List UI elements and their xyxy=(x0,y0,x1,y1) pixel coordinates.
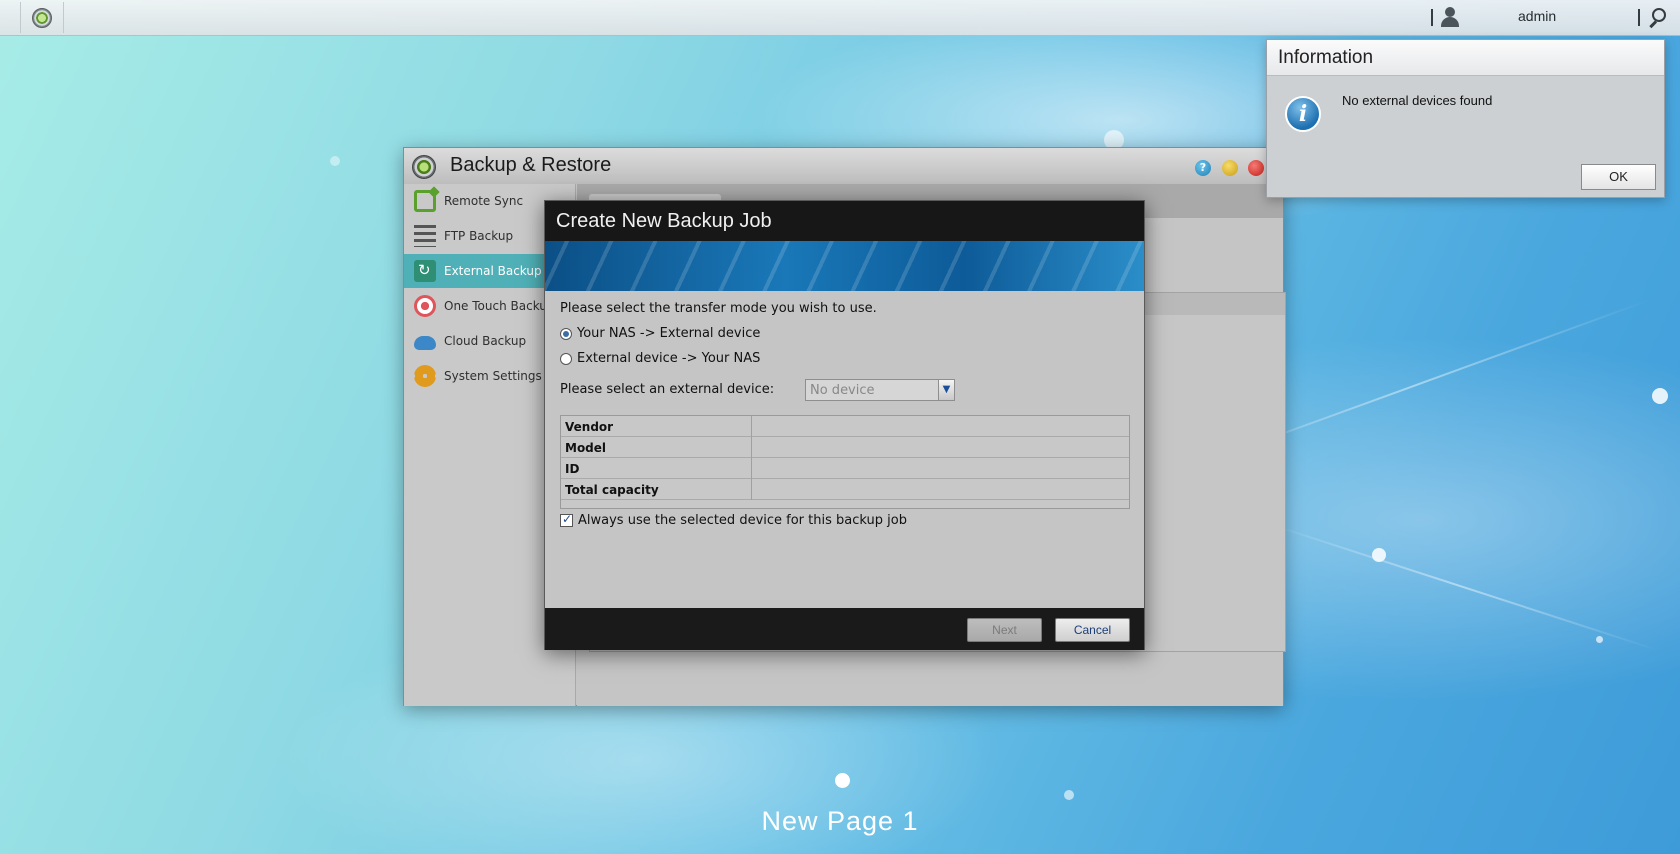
chevron-down-icon[interactable]: ▼ xyxy=(938,380,954,400)
dialog-body: Please select the transfer mode you wish… xyxy=(545,291,1144,609)
info-key: Vendor xyxy=(565,420,614,434)
dialog-footer: Next Cancel xyxy=(545,608,1144,650)
ok-button[interactable]: OK xyxy=(1581,164,1656,190)
sidebar-item-label: System Settings xyxy=(444,369,542,383)
column-divider xyxy=(751,479,752,500)
always-use-device-option[interactable]: Always use the selected device for this … xyxy=(560,512,907,528)
info-key: Total capacity xyxy=(565,483,659,497)
background-dot xyxy=(1596,636,1603,643)
qnap-logo-icon xyxy=(32,7,52,28)
column-divider xyxy=(751,437,752,458)
create-backup-job-dialog: Create New Backup Job Please select the … xyxy=(544,200,1145,650)
information-popup: Information i No external devices found … xyxy=(1266,39,1665,198)
user-icon[interactable] xyxy=(1440,7,1460,27)
table-row: Model xyxy=(561,437,1129,458)
info-icon: i xyxy=(1285,96,1321,132)
popup-message: No external devices found xyxy=(1342,93,1493,108)
window-titlebar[interactable]: Backup & Restore ? xyxy=(404,148,1283,184)
info-key: ID xyxy=(565,462,580,476)
sidebar-item-label: Remote Sync xyxy=(444,194,524,208)
sidebar-item-label: FTP Backup xyxy=(444,229,514,243)
remote-sync-icon xyxy=(414,190,436,212)
sidebar-item-label: External Backup xyxy=(444,264,542,278)
cloud-icon xyxy=(414,336,436,350)
close-window-button[interactable] xyxy=(1248,160,1264,176)
device-select-value: No device xyxy=(810,383,875,398)
taskbar-divider xyxy=(1638,9,1640,26)
mode-option-label: External device -> Your NAS xyxy=(577,351,761,366)
cancel-button[interactable]: Cancel xyxy=(1055,618,1130,642)
background-dot xyxy=(1064,790,1074,800)
device-info-table: Vendor Model ID Total capacity xyxy=(560,415,1130,509)
table-row: ID xyxy=(561,458,1129,479)
background-dot xyxy=(1652,388,1668,404)
always-use-label: Always use the selected device for this … xyxy=(578,513,907,528)
background-streak xyxy=(1259,520,1660,652)
taskbar: admin xyxy=(0,0,1680,36)
table-row: Vendor xyxy=(561,416,1129,437)
dialog-title: Create New Backup Job xyxy=(545,201,1144,241)
desktop-page-label: New Page 1 xyxy=(761,806,919,836)
column-divider xyxy=(751,416,752,437)
mode-option-external-to-nas[interactable]: External device -> Your NAS xyxy=(560,351,760,366)
gear-icon xyxy=(414,365,436,387)
page-indicator-dot[interactable] xyxy=(835,773,850,788)
radio-button[interactable] xyxy=(560,352,572,365)
backup-restore-app-icon xyxy=(412,155,436,179)
device-select-label: Please select an external device: xyxy=(560,382,775,397)
transfer-mode-prompt: Please select the transfer mode you wish… xyxy=(560,301,877,316)
one-touch-icon xyxy=(414,295,436,317)
background-dot xyxy=(330,156,340,166)
external-backup-icon xyxy=(414,260,436,282)
sidebar-item-label: Cloud Backup xyxy=(444,334,527,348)
radio-button[interactable] xyxy=(560,327,572,340)
next-button[interactable]: Next xyxy=(967,618,1042,642)
dialog-banner xyxy=(545,241,1144,291)
always-use-checkbox[interactable] xyxy=(560,512,573,527)
username-label[interactable]: admin xyxy=(1518,8,1556,24)
info-key: Model xyxy=(565,441,607,455)
device-select[interactable]: No device ▼ xyxy=(805,379,955,401)
minimize-button[interactable] xyxy=(1222,160,1238,176)
mode-option-label: Your NAS -> External device xyxy=(577,326,761,341)
background-dot xyxy=(1372,548,1386,562)
main-menu-button[interactable] xyxy=(20,2,64,33)
column-divider xyxy=(751,458,752,479)
table-row: Total capacity xyxy=(561,479,1129,500)
taskbar-divider xyxy=(1431,9,1433,26)
window-title: Backup & Restore xyxy=(450,154,612,176)
sidebar-item-label: One Touch Backup xyxy=(444,299,555,313)
mode-option-nas-to-external[interactable]: Your NAS -> External device xyxy=(560,326,760,341)
popup-title: Information xyxy=(1267,40,1664,76)
ftp-icon xyxy=(414,225,436,247)
search-icon[interactable] xyxy=(1647,8,1667,29)
help-button[interactable]: ? xyxy=(1195,160,1211,176)
